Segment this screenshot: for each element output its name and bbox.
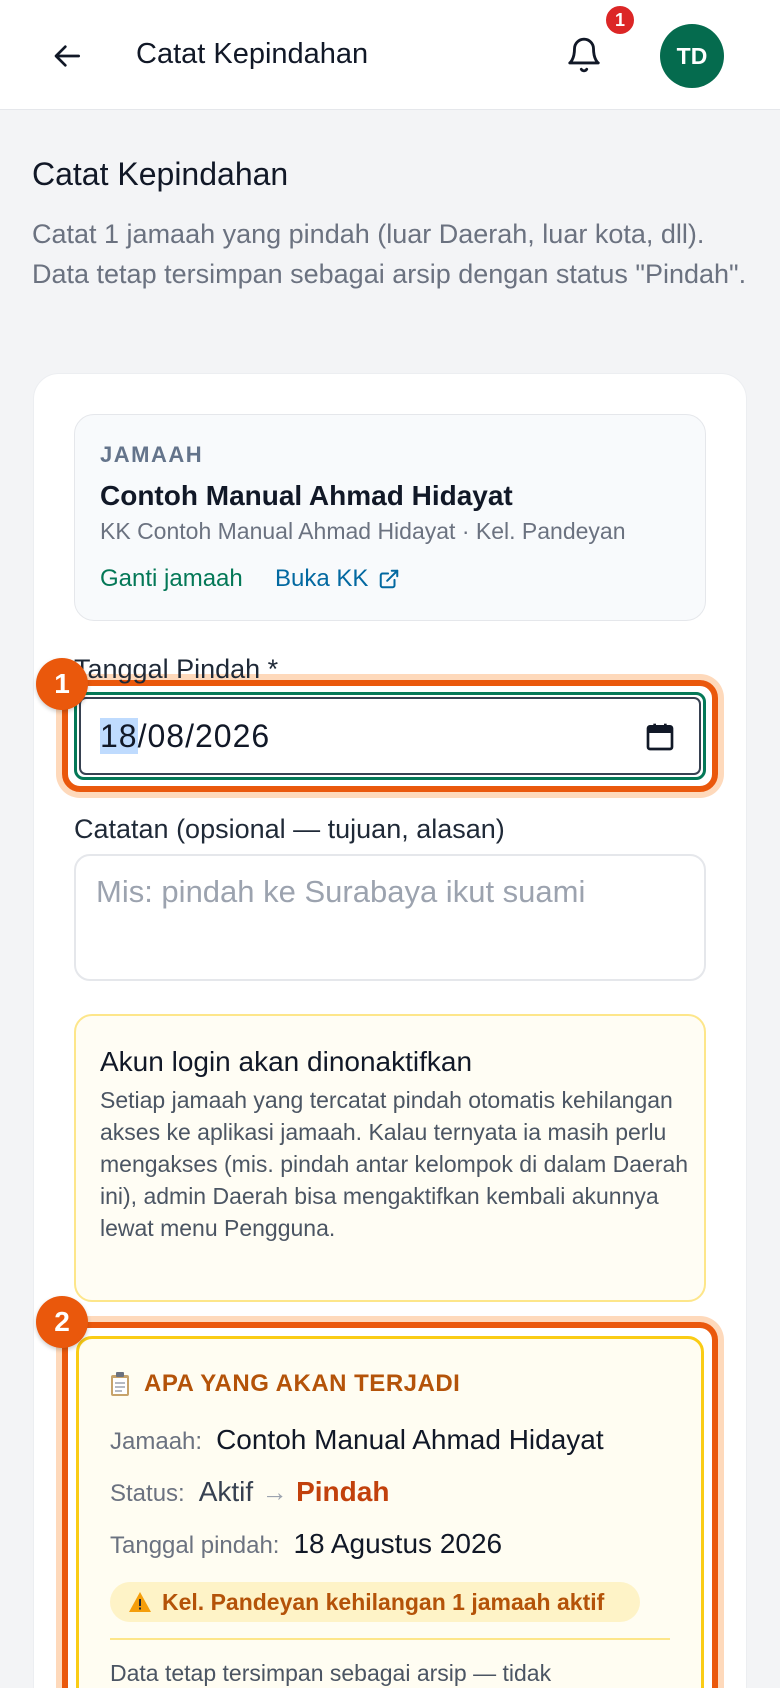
step-marker-1: 1 (36, 658, 88, 710)
calendar-picker-button[interactable] (644, 720, 676, 754)
move-date-value[interactable]: 18/08/2026 (100, 718, 270, 755)
preview-divider (110, 1638, 670, 1640)
preview-date-label: Tanggal pindah: (110, 1532, 280, 1559)
preview-status-label: Status: (110, 1480, 185, 1507)
app-bar-title: Catat Kepindahan (136, 38, 369, 70)
jamaah-name: Contoh Manual Ahmad Hidayat (100, 480, 513, 511)
status-arrow: → (261, 1477, 288, 1507)
external-link-icon (380, 569, 399, 589)
preview-footer-text: Data tetap tersimpan sebagai arsip — tid… (110, 1660, 552, 1686)
step-marker-2: 2 (36, 1296, 88, 1348)
back-button[interactable] (44, 32, 92, 80)
impact-text: Kel. Pandeyan kehilangan 1 jamaah aktif (162, 1588, 605, 1615)
avatar[interactable]: TD (660, 24, 724, 88)
preview-status-row: Status: Aktif → Pindah (110, 1476, 389, 1508)
status-from: Aktif (198, 1476, 254, 1507)
note-textarea[interactable] (74, 854, 706, 981)
note-label: Catatan (opsional — tujuan, alasan) (74, 814, 505, 844)
preview-title: APA YANG AKAN TERJADI (144, 1370, 461, 1397)
status-change: Aktif → Pindah (199, 1476, 390, 1508)
open-kk-link[interactable]: Buka KK (275, 565, 400, 593)
warning-icon (129, 1592, 151, 1612)
open-kk-label: Buka KK (275, 565, 369, 592)
preview-jamaah-value: Contoh Manual Ahmad Hidayat (216, 1424, 604, 1455)
preview-jamaah-label: Jamaah: (110, 1428, 203, 1455)
preview-jamaah-row: Jamaah: Contoh Manual Ahmad Hidayat (110, 1424, 604, 1456)
notice-body: Setiap jamaah yang tercatat pindah otoma… (100, 1087, 689, 1241)
change-jamaah-link[interactable]: Ganti jamaah (100, 565, 243, 593)
preview-date-value: 18 Agustus 2026 (293, 1528, 503, 1559)
jamaah-section-label: JAMAAH (100, 442, 204, 467)
status-to: Pindah (296, 1476, 390, 1507)
jamaah-household-info: KK Contoh Manual Ahmad Hidayat · Kel. Pa… (100, 518, 626, 544)
notification-count-badge: 1 (604, 4, 636, 36)
arrow-left-icon (54, 45, 80, 67)
date-rest-segment[interactable]: /08/2026 (138, 718, 271, 754)
page-title: Catat Kepindahan (32, 156, 289, 192)
page-description: Catat 1 jamaah yang pindah (luar Daerah,… (32, 219, 747, 289)
notifications-button[interactable] (560, 30, 608, 80)
move-date-label: Tanggal Pindah * (74, 654, 279, 684)
impact-badge: Kel. Pandeyan kehilangan 1 jamaah aktif (110, 1582, 640, 1622)
calendar-icon (646, 723, 674, 751)
notice-title: Akun login akan dinonaktifkan (100, 1046, 473, 1077)
clipboard-icon (111, 1372, 129, 1396)
top-app-bar: Catat Kepindahan 1 TD (0, 0, 780, 110)
date-day-segment[interactable]: 18 (100, 718, 138, 754)
preview-header: APA YANG AKAN TERJADI (108, 1370, 460, 1398)
bell-icon (568, 37, 600, 73)
preview-date-row: Tanggal pindah: 18 Agustus 2026 (110, 1528, 502, 1560)
